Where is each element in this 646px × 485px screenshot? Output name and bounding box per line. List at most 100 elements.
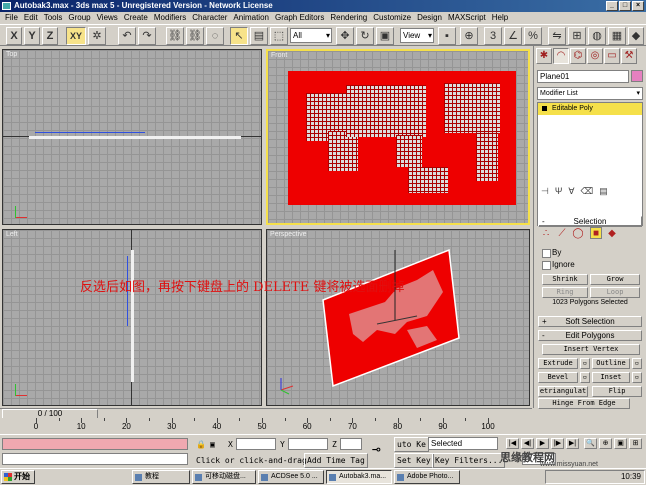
maxscript-listener-field[interactable] <box>2 438 188 450</box>
taskbar-item-acdsee[interactable]: ACDSee 5.0 ... <box>258 470 324 484</box>
next-frame-icon[interactable]: |▶ <box>551 438 564 449</box>
unlink-icon[interactable]: ⛓ <box>186 27 204 45</box>
polygon-mode-icon[interactable]: ■ <box>590 227 602 239</box>
soft-selection-rollout-header[interactable]: + Soft Selection <box>538 316 642 327</box>
object-name-field[interactable]: Plane01 <box>537 70 629 83</box>
taskbar-item-photoshop[interactable]: Adobe Photo... <box>394 470 460 484</box>
menu-customize[interactable]: Customize <box>370 12 414 24</box>
grow-button[interactable]: Grow <box>590 274 640 285</box>
viewport-top[interactable]: Top <box>2 49 262 225</box>
menu-create[interactable]: Create <box>121 12 151 24</box>
object-color-swatch[interactable] <box>631 70 643 82</box>
time-slider-track[interactable]: 0 / 100 <box>0 408 532 419</box>
start-button[interactable]: 开始 <box>1 470 35 484</box>
zoom-icon[interactable]: 🔍 <box>584 438 597 449</box>
border-mode-icon[interactable]: ◯ <box>572 228 584 240</box>
flip-button[interactable]: Flip <box>592 386 642 397</box>
outline-settings-button[interactable]: ▫ <box>632 358 642 369</box>
redo-icon[interactable]: ↷ <box>138 27 156 45</box>
mirror-icon[interactable]: ⇋ <box>548 27 566 45</box>
angle-snap-icon[interactable]: ∠ <box>504 27 522 45</box>
auto-key-button[interactable]: uto Ke <box>394 437 429 452</box>
previous-frame-icon[interactable]: ◀| <box>521 438 534 449</box>
select-by-name-icon[interactable]: ▤ <box>250 27 268 45</box>
menu-edit[interactable]: Edit <box>21 12 41 24</box>
display-tab-icon[interactable]: ▭ <box>604 48 620 64</box>
close-button[interactable]: × <box>632 1 644 11</box>
loop-button[interactable]: Loop <box>590 287 640 298</box>
coord-z-field[interactable] <box>340 438 362 450</box>
constrain-y-button[interactable]: Y <box>24 27 40 45</box>
remove-modifier-icon[interactable]: ⌫ <box>581 186 594 200</box>
select-and-link-icon[interactable]: ⛓ <box>166 27 184 45</box>
make-unique-icon[interactable]: ∀ <box>568 186 574 200</box>
select-and-move-icon[interactable]: ✥ <box>336 27 354 45</box>
select-object-icon[interactable]: ↖ <box>230 27 248 45</box>
bevel-settings-button[interactable]: ▫ <box>580 372 590 383</box>
selection-rollout-header[interactable]: - Selection <box>538 216 642 227</box>
modify-tab-icon[interactable]: ◠ <box>553 48 569 64</box>
ignore-backfacing-checkbox[interactable]: Ignore <box>542 260 575 270</box>
selection-lock-icon[interactable]: 🔒 <box>196 439 206 450</box>
menu-group[interactable]: Group <box>65 12 93 24</box>
hinge-from-edge-button[interactable]: Hinge From Edge <box>538 398 630 409</box>
menu-maxscript[interactable]: MAXScript <box>445 12 489 24</box>
insert-vertex-button[interactable]: Insert Vertex <box>542 344 640 355</box>
menu-help[interactable]: Help <box>489 12 511 24</box>
viewport-left[interactable]: Left <box>2 229 262 406</box>
utilities-tab-icon[interactable]: ⚒ <box>621 48 637 64</box>
selection-region-icon[interactable]: ⬚ <box>270 27 288 45</box>
menu-graph-editors[interactable]: Graph Editors <box>272 12 327 24</box>
maximize-button[interactable]: □ <box>619 1 631 11</box>
undo-icon[interactable]: ↶ <box>118 27 136 45</box>
select-and-scale-icon[interactable]: ▣ <box>376 27 394 45</box>
selection-filter-dropdown[interactable]: All <box>290 28 332 43</box>
maxscript-output-field[interactable] <box>2 453 188 465</box>
bevel-button[interactable]: Bevel <box>538 372 578 383</box>
menu-views[interactable]: Views <box>94 12 121 24</box>
snap-3d-icon[interactable]: 3 <box>484 27 502 45</box>
configure-sets-icon[interactable]: ▤ <box>599 186 608 200</box>
reference-coordinate-dropdown[interactable]: View <box>400 28 434 43</box>
hierarchy-tab-icon[interactable]: ⌬ <box>570 48 586 64</box>
inset-settings-button[interactable]: ▫ <box>632 372 642 383</box>
coord-y-field[interactable] <box>288 438 328 450</box>
by-vertex-checkbox[interactable]: By <box>542 248 561 258</box>
zoom-all-icon[interactable]: ⊕ <box>599 438 612 449</box>
zoom-extents-icon[interactable]: ▣ <box>614 438 627 449</box>
viewport-top-label[interactable]: Top <box>6 51 17 58</box>
ring-button[interactable]: Ring <box>542 287 588 298</box>
inset-button[interactable]: Inset <box>592 372 630 383</box>
taskbar-item-tutorial[interactable]: 教程 <box>132 470 190 484</box>
shrink-button[interactable]: Shrink <box>542 274 588 285</box>
zoom-extents-all-icon[interactable]: ⊞ <box>629 438 642 449</box>
menu-design[interactable]: Design <box>414 12 445 24</box>
pin-stack-icon[interactable]: ⊣ <box>541 186 549 200</box>
bind-space-warp-icon[interactable]: ◌ <box>206 27 224 45</box>
key-filters-button[interactable]: Key Filters... <box>432 453 506 468</box>
add-time-tag-button[interactable]: Add Time Tag <box>304 453 368 468</box>
edge-mode-icon[interactable]: ⟋ <box>556 228 568 240</box>
menu-rendering[interactable]: Rendering <box>327 12 370 24</box>
coord-x-field[interactable] <box>236 438 276 450</box>
select-manipulate-icon[interactable]: ⊕ <box>460 27 478 45</box>
create-tab-icon[interactable]: ✱ <box>536 48 552 64</box>
constrain-z-button[interactable]: Z <box>42 27 58 45</box>
go-to-start-icon[interactable]: |◀ <box>506 438 519 449</box>
key-mode-dropdown[interactable]: Selected <box>428 437 498 450</box>
viewport-front[interactable]: Front <box>266 49 530 225</box>
set-key-button[interactable]: Set Key <box>394 453 434 468</box>
go-to-end-icon[interactable]: ▶| <box>566 438 579 449</box>
percent-snap-icon[interactable]: % <box>524 27 542 45</box>
render-scene-icon[interactable]: ▦ <box>608 27 626 45</box>
transform-mode-icon[interactable]: ▣ <box>210 439 215 450</box>
menu-animation[interactable]: Animation <box>230 12 272 24</box>
constrain-x-button[interactable]: X <box>6 27 22 45</box>
modifier-list-dropdown[interactable]: Modifier List <box>537 87 643 100</box>
outline-button[interactable]: Outline <box>592 358 630 369</box>
select-and-rotate-icon[interactable]: ↻ <box>356 27 374 45</box>
minimize-button[interactable]: _ <box>606 1 618 11</box>
menu-modifiers[interactable]: Modifiers <box>151 12 189 24</box>
viewport-perspective[interactable]: Perspective <box>266 229 530 406</box>
extrude-settings-button[interactable]: ▫ <box>580 358 590 369</box>
